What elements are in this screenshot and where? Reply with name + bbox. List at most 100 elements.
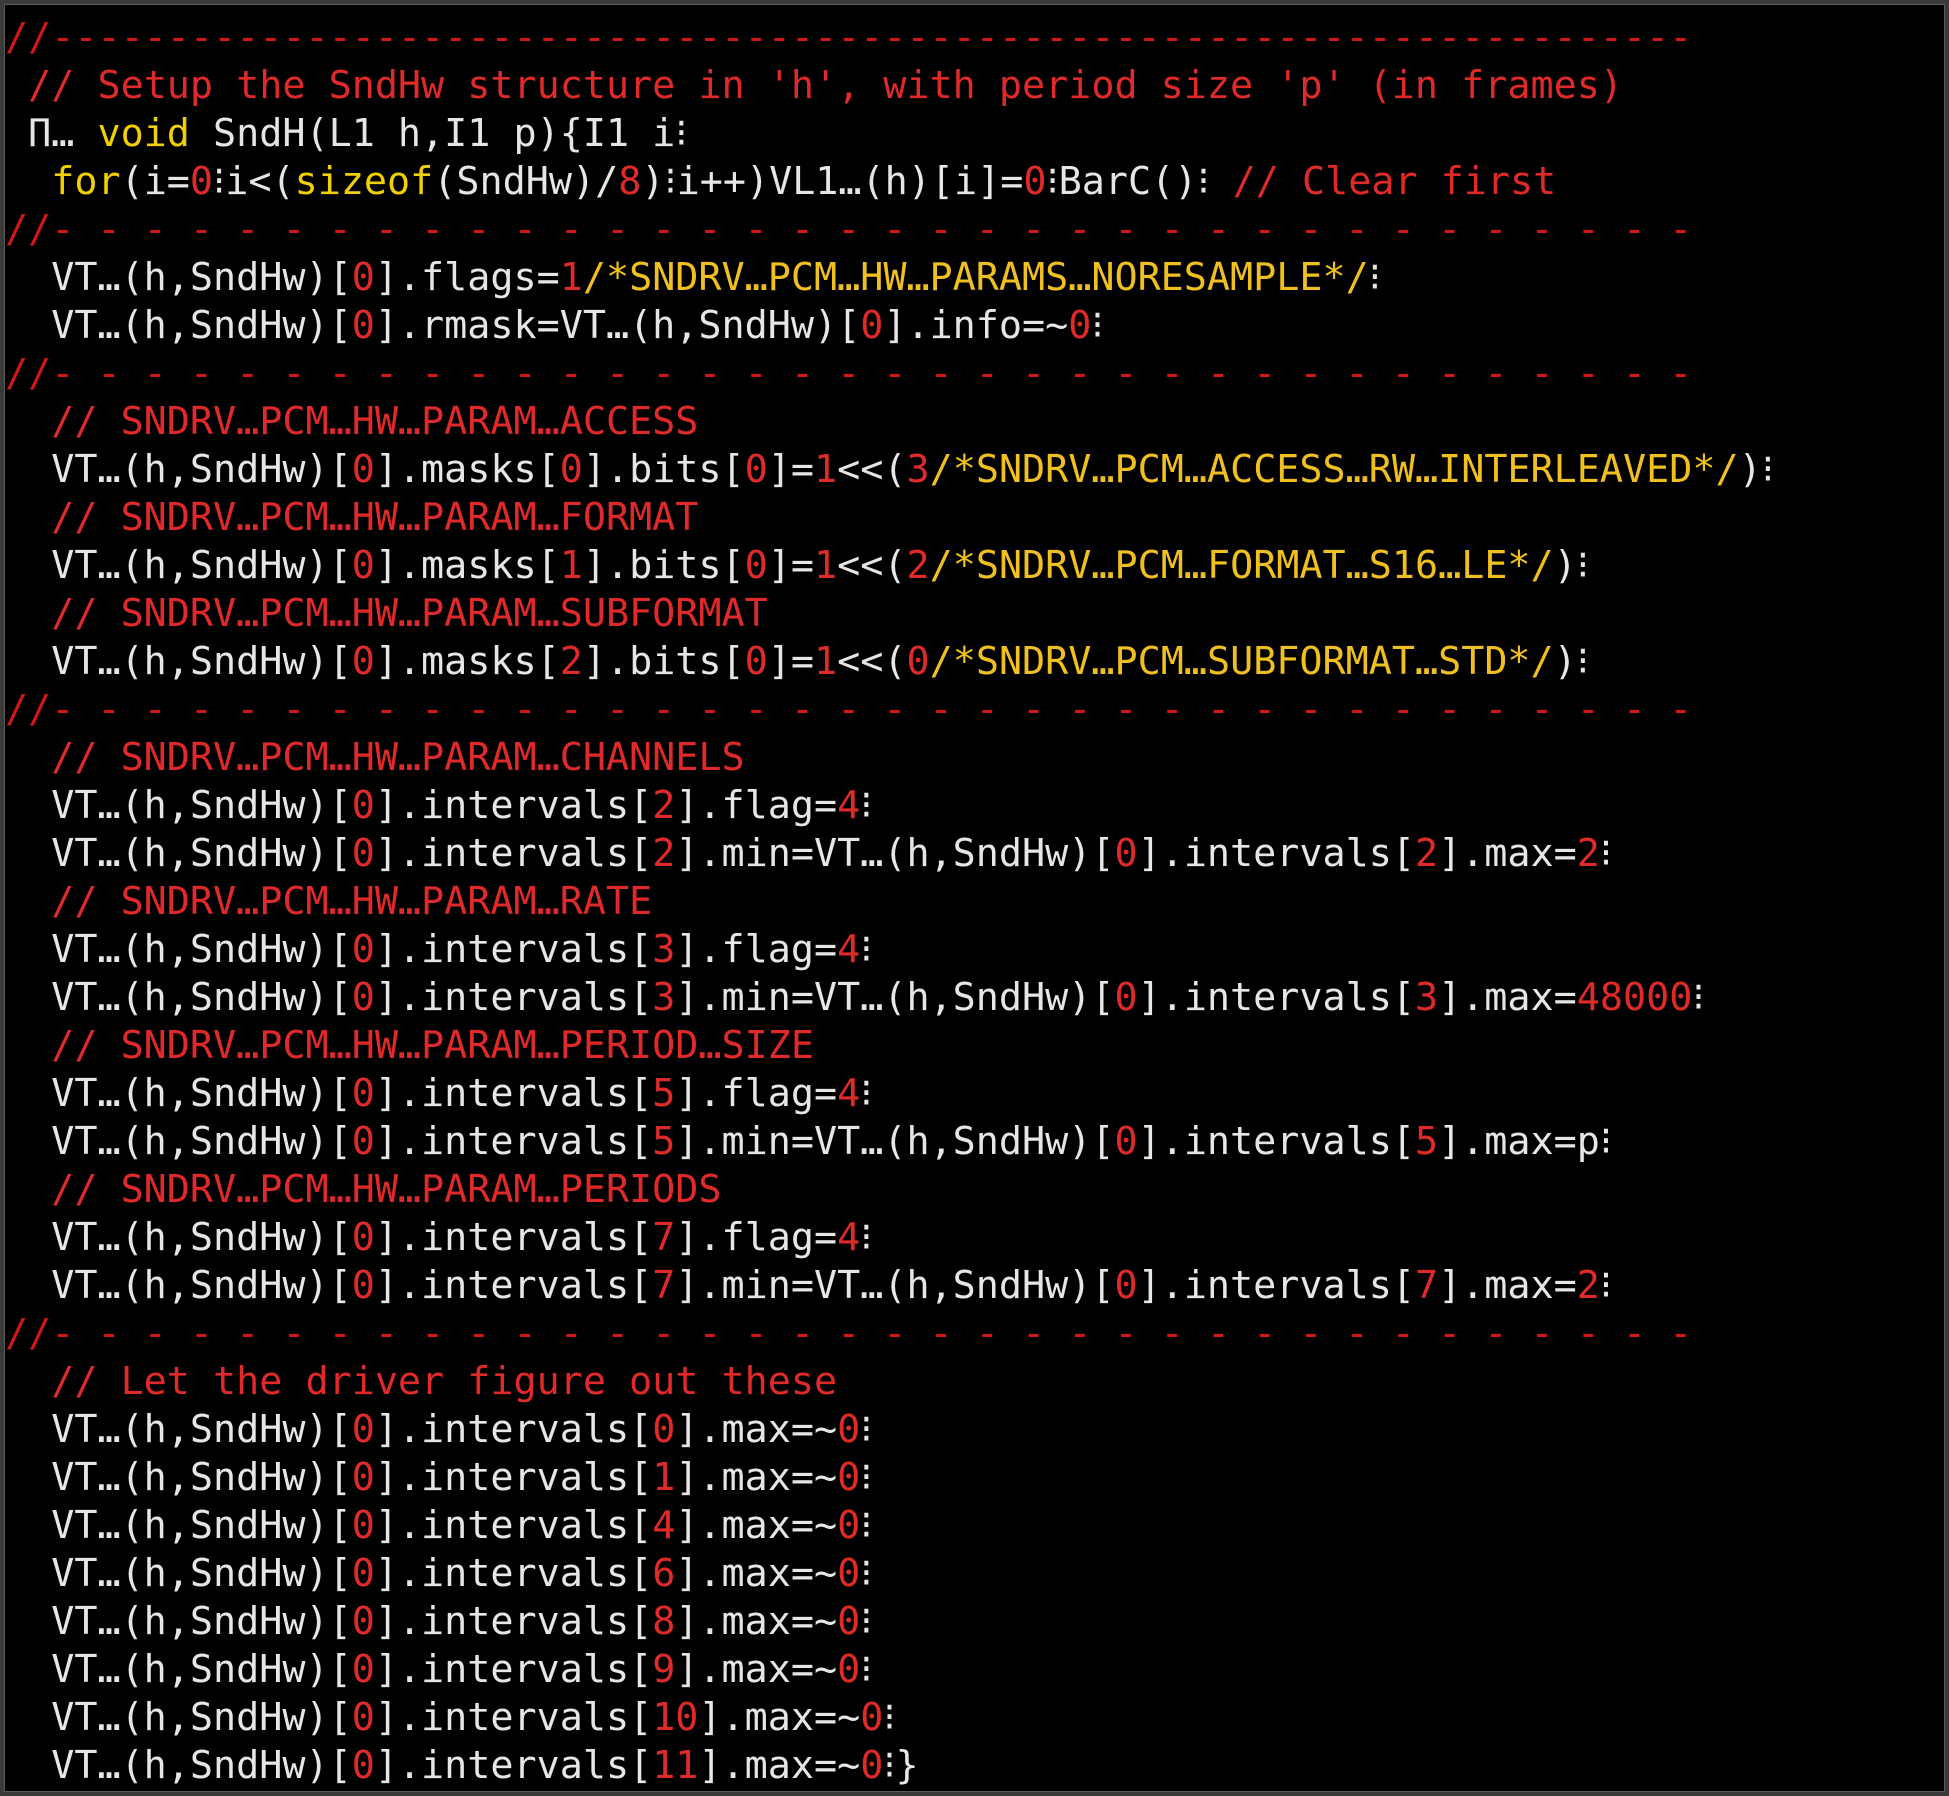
code-comment: // SNDRV…PCM…HW…PARAM…PERIOD…SIZE (51, 1023, 814, 1068)
code-keyword: sizeof (294, 159, 434, 204)
code-text: )⁝ (1738, 447, 1774, 492)
code-line: VT…(h,SndHw)[0].intervals[9].max=~0⁝ (5, 1646, 1944, 1694)
code-text: <<( (837, 447, 907, 492)
code-number: 0 (652, 1407, 676, 1452)
code-number: 0 (351, 783, 375, 828)
code-line: // SNDRV…PCM…HW…PARAM…CHANNELS (5, 734, 1944, 782)
code-text: ].intervals[ (374, 1599, 653, 1644)
code-text: ]= (767, 543, 815, 588)
code-text: VT…(h,SndHw)[ (5, 303, 352, 348)
code-number: 0 (837, 1647, 861, 1692)
code-text: ].max=~ (675, 1407, 838, 1452)
code-text: Π… (5, 111, 98, 156)
code-text: ].intervals[ (374, 975, 653, 1020)
code-comment: // SNDRV…PCM…HW…PARAM…SUBFORMAT (51, 591, 768, 636)
code-number: 0 (351, 1455, 375, 1500)
code-number: 0 (744, 639, 768, 684)
code-line: // SNDRV…PCM…HW…PARAM…PERIOD…SIZE (5, 1022, 1944, 1070)
code-number: 8 (652, 1599, 676, 1644)
code-number: 4 (652, 1503, 676, 1548)
code-number: 0 (351, 975, 375, 1020)
code-number: 0 (351, 303, 375, 348)
code-comment: // Setup the SndHw structure in 'h', wit… (28, 63, 1623, 108)
code-text: ⁝BarC()⁝ (1046, 159, 1233, 204)
code-number: 0 (744, 543, 768, 588)
code-text: VT…(h,SndHw)[ (5, 1599, 352, 1644)
code-number: 0 (351, 1407, 375, 1452)
code-text: ].flag= (675, 1215, 838, 1260)
code-line: VT…(h,SndHw)[0].rmask=VT…(h,SndHw)[0].in… (5, 302, 1944, 350)
code-number: 0 (351, 1743, 375, 1788)
code-text: ].info=~ (883, 303, 1069, 348)
code-comment: // Let the driver figure out these (51, 1359, 838, 1404)
code-text: ⁝ (1599, 1263, 1613, 1308)
code-text: VT…(h,SndHw)[ (5, 1503, 352, 1548)
code-text: ⁝ (860, 1599, 873, 1644)
code-text: ].intervals[ (374, 1215, 653, 1260)
code-number: 0 (860, 1743, 884, 1788)
code-number: 4 (837, 1215, 861, 1260)
code-number: 0 (1114, 1263, 1138, 1308)
code-text: ].intervals[ (374, 1647, 653, 1692)
code-number: 2 (652, 831, 676, 876)
code-number: 2 (652, 783, 676, 828)
code-line: VT…(h,SndHw)[0].intervals[2].flag=4⁝ (5, 782, 1944, 830)
code-number: 0 (860, 1695, 884, 1740)
code-text: ⁝ (860, 1551, 873, 1596)
code-line: VT…(h,SndHw)[0].intervals[11].max=~0⁝} (5, 1742, 1944, 1790)
code-line: //--------------------------------------… (5, 14, 1944, 62)
code-line: VT…(h,SndHw)[0].masks[2].bits[0]=1<<(0/*… (5, 638, 1944, 686)
code-text: ⁝ (860, 1455, 873, 1500)
code-number: 0 (351, 831, 375, 876)
code-text: ].min=VT…(h,SndHw)[ (675, 1119, 1115, 1164)
code-text: SndH(L1 h,I1 p){I1 i⁝ (189, 111, 688, 156)
code-text: ].max= (1438, 831, 1577, 876)
code-text: (i= (120, 159, 190, 204)
code-text: ].intervals[ (374, 1119, 653, 1164)
code-text: ]= (767, 447, 815, 492)
code-text: <<( (837, 543, 907, 588)
code-number: 0 (1114, 975, 1138, 1020)
code-text: <<( (837, 639, 907, 684)
code-number: 0 (351, 639, 375, 684)
code-text: ].max=~ (698, 1695, 861, 1740)
code-line: VT…(h,SndHw)[0].intervals[5].min=VT…(h,S… (5, 1118, 1944, 1166)
code-text: ].intervals[ (374, 1455, 653, 1500)
code-number: 3 (652, 975, 676, 1020)
code-line: VT…(h,SndHw)[0].intervals[7].min=VT…(h,S… (5, 1262, 1944, 1310)
code-number: 0 (351, 1647, 375, 1692)
code-text: ⁝ (883, 1695, 896, 1740)
code-keyword: void (97, 111, 190, 156)
code-text: ⁝i<( (213, 159, 295, 204)
code-number: 48000 (1576, 975, 1693, 1020)
code-comment: // SNDRV…PCM…HW…PARAM…PERIODS (51, 1167, 722, 1212)
code-number: 7 (652, 1263, 676, 1308)
code-number: 0 (1068, 303, 1092, 348)
code-number: 0 (1114, 1119, 1138, 1164)
code-number: 1 (652, 1455, 676, 1500)
code-text: VT…(h,SndHw)[ (5, 927, 352, 972)
code-comment: // SNDRV…PCM…HW…PARAM…ACCESS (51, 399, 699, 444)
code-editor[interactable]: //--------------------------------------… (4, 4, 1945, 1792)
code-comment: // SNDRV…PCM…HW…PARAM…RATE (51, 879, 653, 924)
code-text: ].bits[ (582, 543, 745, 588)
code-text: ].intervals[ (374, 1743, 653, 1788)
code-number: 7 (1414, 1263, 1439, 1308)
code-number: 0 (351, 543, 375, 588)
code-text: (SndHw)/ (433, 159, 619, 204)
code-number: 0 (744, 447, 768, 492)
code-text: ].intervals[ (374, 1407, 653, 1452)
code-number: 0 (351, 1071, 375, 1116)
code-number: 1 (814, 639, 838, 684)
code-text: ].masks[ (374, 639, 560, 684)
code-text: )⁝ (1553, 639, 1589, 684)
code-text: ].max=~ (675, 1455, 838, 1500)
code-number: 0 (837, 1407, 861, 1452)
code-constant: /*SNDRV…PCM…FORMAT…S16…LE*/ (929, 543, 1554, 588)
code-number: 0 (351, 1215, 375, 1260)
code-number: 3 (906, 447, 930, 492)
code-text: VT…(h,SndHw)[ (5, 975, 352, 1020)
code-text: ⁝ (860, 783, 873, 828)
